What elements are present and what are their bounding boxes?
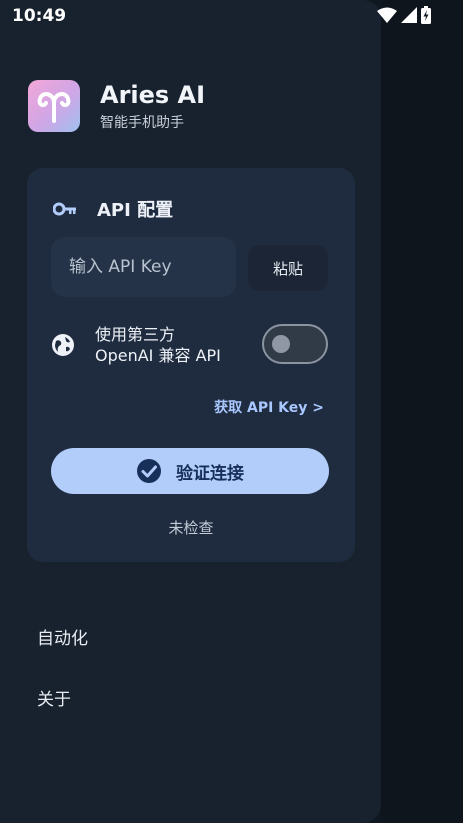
toggle-knob bbox=[272, 335, 290, 353]
verify-connection-button[interactable]: 验证连接 bbox=[51, 448, 329, 494]
background-app[interactable]: 语音 bbox=[381, 0, 463, 823]
verify-connection-label: 验证连接 bbox=[176, 463, 244, 483]
key-icon bbox=[53, 202, 76, 216]
third-party-label-line2: OpenAI 兼容 API bbox=[95, 346, 221, 365]
app-subtitle: 智能手机助手 bbox=[100, 115, 184, 131]
third-party-label-line1: 使用第三方 bbox=[95, 325, 176, 344]
api-config-header: API 配置 bbox=[53, 196, 173, 222]
check-circle-icon bbox=[137, 459, 161, 483]
verify-status-text: 未检查 bbox=[168, 519, 214, 537]
aries-logo-icon bbox=[28, 80, 80, 132]
screen: 语音 Aries AI 智能手机助手 bbox=[0, 0, 463, 823]
app-header: Aries AI 智能手机助手 bbox=[28, 80, 205, 132]
wifi-icon bbox=[377, 7, 397, 23]
status-time: 10:49 bbox=[12, 6, 67, 26]
api-key-input[interactable] bbox=[51, 237, 236, 297]
status-bar: 10:49 bbox=[0, 0, 463, 32]
battery-charging-icon bbox=[421, 6, 431, 24]
api-config-title: API 配置 bbox=[97, 200, 174, 221]
third-party-api-row: 使用第三方 OpenAI 兼容 API bbox=[51, 324, 221, 366]
nav-item-automation[interactable]: 自动化 bbox=[37, 624, 88, 649]
get-api-key-link[interactable]: 获取 API Key > bbox=[214, 397, 324, 417]
app-title: Aries AI bbox=[100, 81, 206, 109]
status-icons bbox=[377, 6, 431, 24]
nav-item-about[interactable]: 关于 bbox=[37, 685, 71, 710]
paste-button[interactable]: 粘贴 bbox=[248, 245, 328, 291]
cellular-signal-icon bbox=[401, 7, 417, 23]
third-party-api-toggle[interactable] bbox=[262, 324, 328, 364]
api-config-card: API 配置 粘贴 使用第三方 OpenAI 兼容 API 获取 API Key… bbox=[27, 168, 355, 562]
navigation-drawer: Aries AI 智能手机助手 API 配置 粘贴 bbox=[0, 0, 381, 823]
globe-icon bbox=[52, 334, 74, 356]
